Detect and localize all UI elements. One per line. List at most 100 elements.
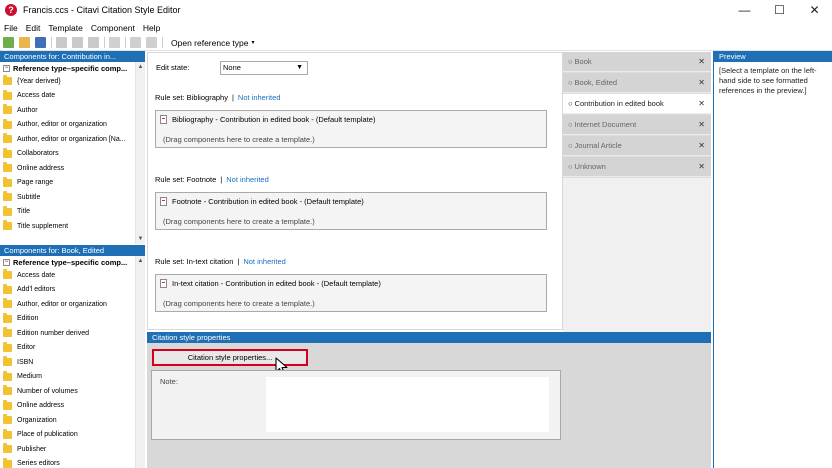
- ruleset-label: Rule set: Footnote: [155, 175, 217, 184]
- component-list-item[interactable]: Access date: [0, 89, 145, 104]
- template-title-text: In-text citation - Contribution in edite…: [172, 279, 381, 288]
- menu-file[interactable]: File: [4, 23, 18, 33]
- component-list-item[interactable]: Medium: [0, 370, 145, 385]
- collapse-icon[interactable]: −: [3, 64, 10, 72]
- ruleset-in-text-citation: Rule set: In-text citation | Not inherited: [155, 257, 286, 266]
- close-icon[interactable]: ✕: [698, 141, 705, 150]
- undo-icon[interactable]: [130, 37, 141, 48]
- folder-icon: [3, 428, 12, 439]
- reference-type-book-edited[interactable]: ○ Book, Edited ✕: [563, 73, 711, 93]
- component-list-item[interactable]: Edition: [0, 312, 145, 327]
- component-list-item[interactable]: Access date: [0, 268, 145, 283]
- scrollbar[interactable]: ▲ ▼: [135, 62, 145, 244]
- component-list-item[interactable]: Edition number derived: [0, 326, 145, 341]
- scroll-down-icon[interactable]: ▼: [136, 234, 145, 244]
- template-title[interactable]: In-text citation - Contribution in edite…: [160, 279, 381, 288]
- redo-icon[interactable]: [146, 37, 157, 48]
- open-reference-type-dropdown[interactable]: Open reference type ▾: [171, 38, 255, 48]
- component-list-item[interactable]: Number of volumes: [0, 384, 145, 399]
- ruleset-label: Rule set: Bibliography: [155, 93, 228, 102]
- close-icon[interactable]: ✕: [698, 99, 705, 108]
- component-list-item[interactable]: Online address: [0, 399, 145, 414]
- menu-component[interactable]: Component: [91, 23, 135, 33]
- copy-icon[interactable]: [72, 37, 83, 48]
- note-box: Note:: [151, 370, 561, 440]
- component-label: Online address: [17, 164, 65, 172]
- component-list-item[interactable]: Page range: [0, 176, 145, 191]
- component-list-item[interactable]: Add'l editors: [0, 283, 145, 298]
- maximize-button[interactable]: ☐: [762, 0, 797, 20]
- collapse-icon[interactable]: −: [3, 258, 10, 266]
- edit-state-select[interactable]: None ▼: [220, 61, 308, 75]
- component-list-item[interactable]: Place of publication: [0, 428, 145, 443]
- not-inherited-link[interactable]: Not inherited: [243, 257, 286, 266]
- citation-style-properties-header: Citation style properties: [147, 332, 711, 343]
- window-controls: — ☐ ✕: [727, 0, 832, 20]
- template-title[interactable]: Footnote - Contribution in edited book -…: [160, 197, 364, 206]
- component-list-item[interactable]: Online address: [0, 161, 145, 176]
- toolbar-separator: [125, 37, 126, 48]
- template-box-footnote[interactable]: Footnote - Contribution in edited book -…: [155, 192, 547, 230]
- component-list-item[interactable]: Collaborators: [0, 147, 145, 162]
- menu-help[interactable]: Help: [143, 23, 160, 33]
- circle-icon: ○: [568, 120, 573, 129]
- note-label: Note:: [160, 377, 178, 386]
- paste-icon[interactable]: [88, 37, 99, 48]
- component-group-label: Reference type–specific comp...: [13, 63, 128, 73]
- new-icon[interactable]: [3, 37, 14, 48]
- preview-panel: Preview [Select a template on the left-h…: [713, 51, 832, 468]
- reference-type-journal-article[interactable]: ○ Journal Article ✕: [563, 136, 711, 156]
- close-icon[interactable]: ✕: [698, 78, 705, 87]
- preview-text: [Select a template on the left-hand side…: [719, 66, 817, 95]
- save-icon[interactable]: [35, 37, 46, 48]
- template-box-in-text-citation[interactable]: In-text citation - Contribution in edite…: [155, 274, 547, 312]
- component-list-item[interactable]: Series editors: [0, 457, 145, 468]
- minimize-button[interactable]: —: [727, 0, 762, 20]
- close-icon[interactable]: ✕: [698, 162, 705, 171]
- component-list-item[interactable]: ISBN: [0, 355, 145, 370]
- reference-type-label: Journal Article: [574, 141, 622, 150]
- note-field[interactable]: [266, 377, 549, 432]
- reference-type-label: Contribution in edited book: [574, 99, 664, 108]
- menu-template[interactable]: Template: [48, 23, 83, 33]
- component-label: Author, editor or organization: [17, 300, 107, 308]
- scrollbar[interactable]: ▲: [135, 256, 145, 468]
- reference-type-contribution[interactable]: ○ Contribution in edited book ✕: [563, 94, 711, 114]
- reference-type-internet-document[interactable]: ○ Internet Document ✕: [563, 115, 711, 135]
- close-window-button[interactable]: ✕: [797, 0, 832, 20]
- close-icon[interactable]: ✕: [698, 120, 705, 129]
- cut-icon[interactable]: [56, 37, 67, 48]
- component-list: Access date Add'l editors Author, editor o…: [0, 268, 145, 468]
- component-list-item[interactable]: Organization: [0, 413, 145, 428]
- not-inherited-link[interactable]: Not inherited: [226, 175, 269, 184]
- delete-icon[interactable]: [109, 37, 120, 48]
- component-list-item[interactable]: Subtitle: [0, 190, 145, 205]
- reference-type-list: ○ Book ✕ ○ Book, Edited ✕ ○ Contribution…: [563, 52, 711, 178]
- template-title[interactable]: Bibliography - Contribution in edited bo…: [160, 115, 375, 124]
- component-list-item[interactable]: Author, editor or organization [Na...: [0, 132, 145, 147]
- reference-type-book[interactable]: ○ Book ✕: [563, 52, 711, 72]
- component-list-item[interactable]: Author, editor or organization: [0, 297, 145, 312]
- folder-icon: [3, 75, 12, 86]
- not-inherited-link[interactable]: Not inherited: [238, 93, 281, 102]
- scroll-up-icon[interactable]: ▲: [136, 256, 145, 266]
- open-icon[interactable]: [19, 37, 30, 48]
- component-list-item[interactable]: Title supplement: [0, 219, 145, 234]
- component-group-root[interactable]: − Reference type–specific comp...: [0, 62, 145, 74]
- component-list-item[interactable]: Author: [0, 103, 145, 118]
- component-list-item[interactable]: Title: [0, 205, 145, 220]
- component-list-item[interactable]: Publisher: [0, 442, 145, 457]
- template-box-bibliography[interactable]: Bibliography - Contribution in edited bo…: [155, 110, 547, 148]
- component-label: Publisher: [17, 445, 47, 453]
- component-group-root[interactable]: − Reference type–specific comp...: [0, 256, 145, 268]
- scroll-up-icon[interactable]: ▲: [136, 62, 145, 72]
- reference-type-unknown[interactable]: ○ Unknown ✕: [563, 157, 711, 177]
- component-list-item[interactable]: Author, editor or organization: [0, 118, 145, 133]
- menu-edit[interactable]: Edit: [26, 23, 41, 33]
- component-label: ISBN: [17, 358, 34, 366]
- close-icon[interactable]: ✕: [698, 57, 705, 66]
- edit-state-value: None: [223, 63, 241, 72]
- toolbar-separator: [104, 37, 105, 48]
- component-list-item[interactable]: Editor: [0, 341, 145, 356]
- component-list-item[interactable]: {Year derived}: [0, 74, 145, 89]
